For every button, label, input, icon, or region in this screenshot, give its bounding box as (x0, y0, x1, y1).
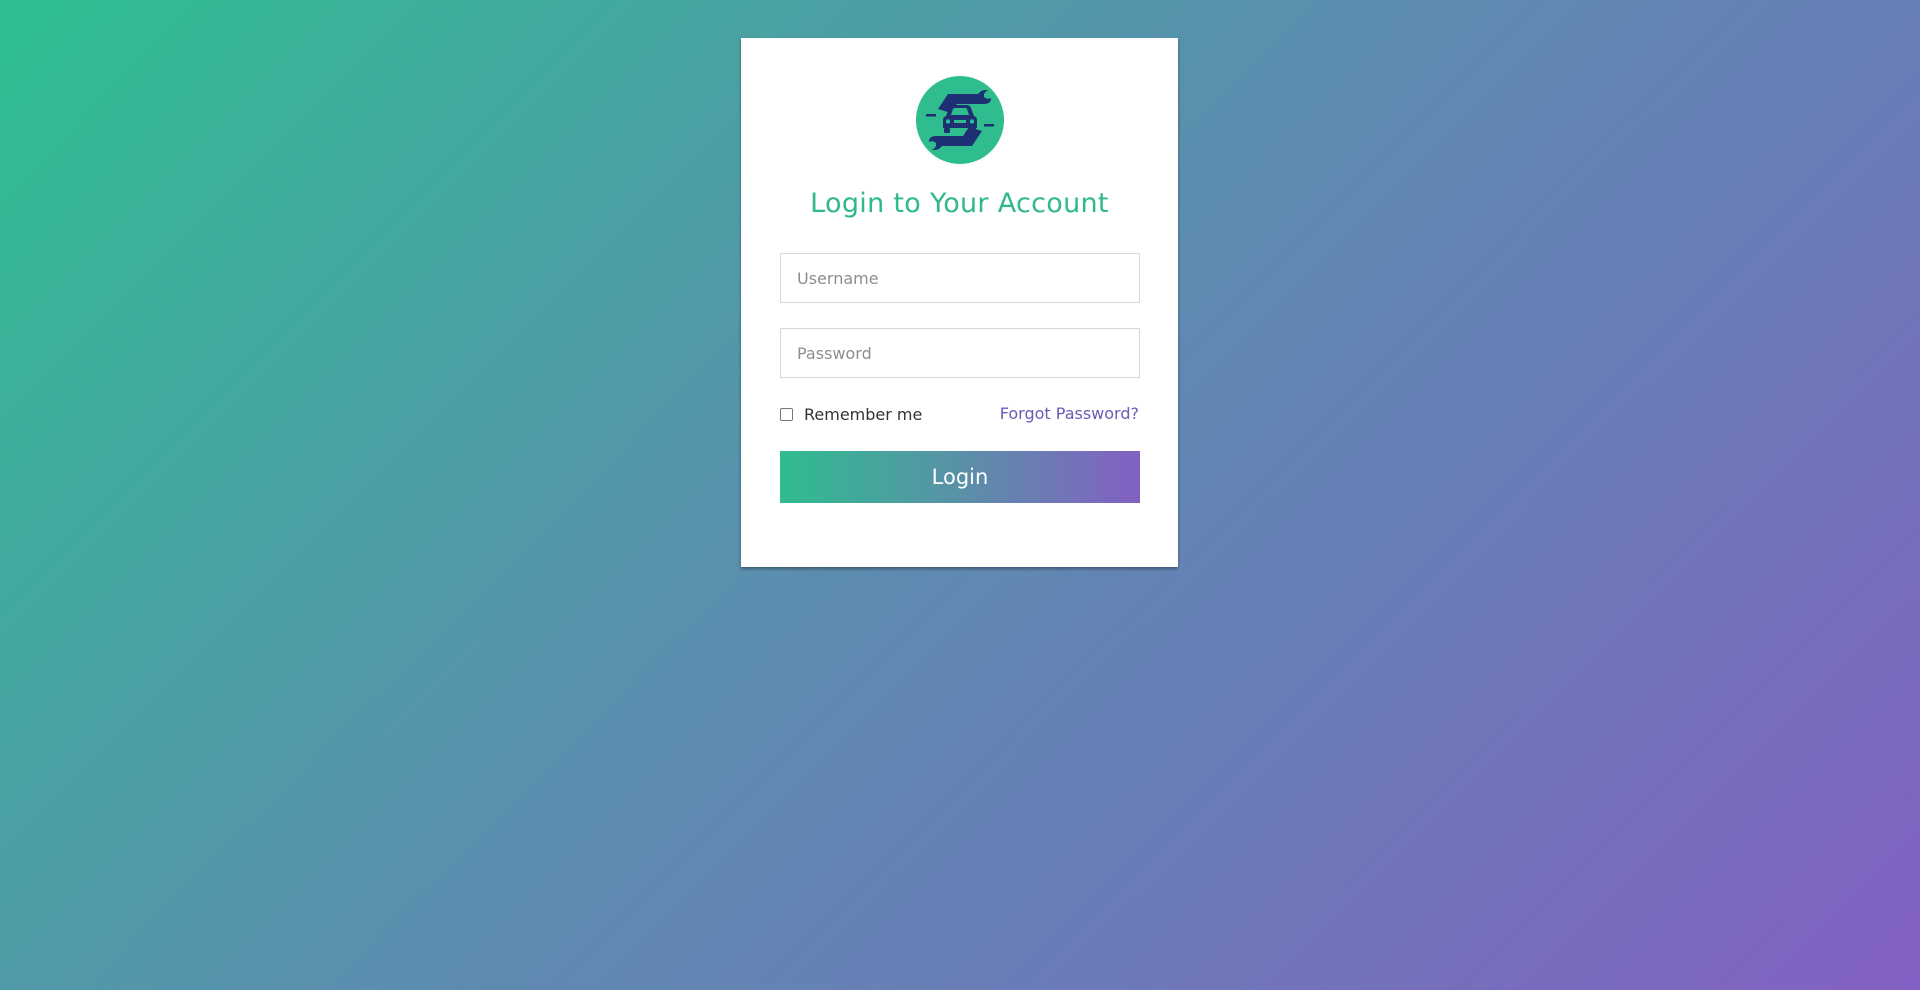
login-card: Login to Your Account Remember me Forgot… (741, 38, 1178, 567)
page-title: Login to Your Account (810, 188, 1109, 219)
username-input[interactable] (780, 253, 1140, 303)
remember-me[interactable]: Remember me (780, 403, 922, 425)
login-button[interactable]: Login (780, 451, 1140, 503)
remember-me-checkbox[interactable] (780, 407, 793, 421)
car-service-logo-icon (916, 76, 1004, 164)
remember-me-label: Remember me (804, 404, 923, 424)
password-input[interactable] (780, 328, 1140, 378)
forgot-password-link[interactable]: Forgot Password? (1000, 403, 1139, 425)
